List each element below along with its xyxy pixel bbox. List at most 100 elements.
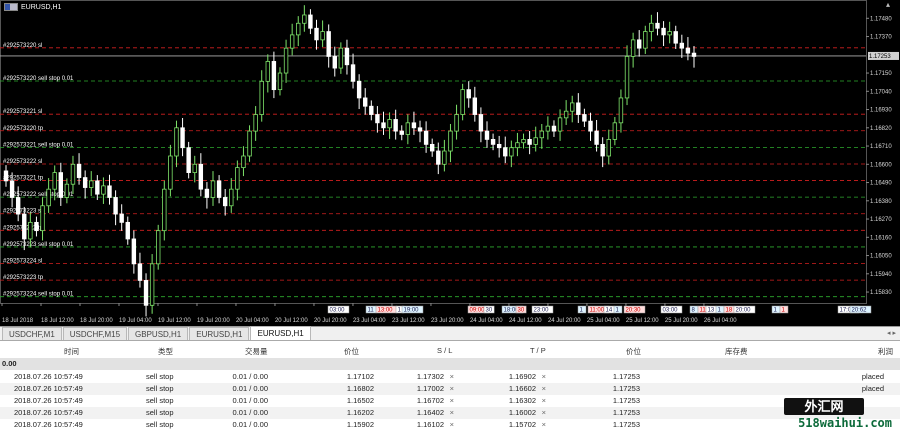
time-axis-label: 20 Jul 12:00 (275, 318, 308, 324)
candle-body (9, 180, 15, 198)
price-chart[interactable]: #292573220 sl #292573220 sell stop 0.01 #2… (0, 0, 900, 326)
remove-tp-icon[interactable]: × (542, 372, 546, 381)
time-axis-label: 24 Jul 20:00 (548, 318, 581, 324)
cell-time: 2018.07.26 10:57:49 (14, 396, 83, 405)
candle-body (533, 137, 538, 145)
table-row[interactable]: 2018.07.26 10:57:49 sell stop 0.01 / 0.00 1… (0, 383, 900, 395)
table-row[interactable]: 2018.07.26 10:57:49 sell stop 0.01 / 0.00 1… (0, 407, 900, 419)
candle-body (594, 130, 599, 145)
cell-cur-price: 1.17253 (612, 372, 640, 381)
candle-body (618, 97, 624, 124)
table-row[interactable]: 2018.07.26 10:57:49 sell stop 0.01 / 0.00 1… (0, 419, 900, 431)
candle-body (612, 122, 618, 140)
news-event-label: 09:00 (470, 308, 486, 314)
candle-body (369, 105, 374, 115)
chart-symbol-label: EURUSD,H1 (21, 3, 62, 11)
candle-body (302, 14, 307, 24)
cell-sl: 1.16102 (416, 420, 444, 429)
candle-body (34, 221, 39, 232)
col-sl[interactable]: S / L (437, 346, 452, 355)
table-row[interactable]: 2018.07.26 10:57:49 sell stop 0.01 / 0.00 1… (0, 395, 900, 407)
cell-time: 2018.07.26 10:57:49 (14, 384, 83, 393)
price-axis-label: 1.16600 (870, 162, 892, 168)
tab-scroll-arrows[interactable]: ◂ ▸ (887, 329, 896, 337)
tab-eurusd-h1[interactable]: EURUSD,H1 (189, 327, 250, 340)
col-swap[interactable]: 库存费 (725, 346, 748, 357)
cell-type: sell stop (146, 384, 174, 393)
time-axis-label: 25 Jul 12:00 (626, 318, 659, 324)
candle-body (46, 188, 51, 207)
candle-body (545, 125, 551, 132)
remove-tp-icon[interactable]: × (542, 420, 546, 429)
candle-body (643, 31, 648, 49)
candle-body (423, 130, 429, 145)
orders-table: 时间 类型 交易量 价位 S / L T / P 价位 库存费 利润 0.00 … (0, 341, 900, 432)
remove-sl-icon[interactable]: × (450, 384, 454, 393)
candle-body (691, 52, 697, 57)
cell-sl: 1.16402 (416, 408, 444, 417)
cell-sl: 1.17302 (416, 372, 444, 381)
remove-sl-icon[interactable]: × (450, 408, 454, 417)
candle-body (186, 147, 191, 173)
candle-body (326, 31, 331, 57)
table-row[interactable]: 2018.07.26 10:57:49 sell stop 0.01 / 0.00 1… (0, 371, 900, 383)
candle-body (52, 172, 57, 190)
candle-body (588, 120, 593, 132)
cell-cur-price: 1.17253 (612, 396, 640, 405)
candle-body (265, 61, 271, 82)
time-axis-label: 23 Jul 04:00 (353, 318, 386, 324)
cell-price: 1.16202 (346, 408, 374, 417)
candle-body (448, 130, 453, 152)
col-volume[interactable]: 交易量 (245, 346, 268, 357)
remove-tp-icon[interactable]: × (542, 384, 546, 393)
remove-tp-icon[interactable]: × (542, 408, 546, 417)
col-current-price[interactable]: 价位 (626, 346, 641, 357)
news-event-label: 11:00 (590, 308, 605, 314)
cell-type: sell stop (146, 372, 174, 381)
price-axis-label: 1.15830 (870, 290, 892, 296)
cell-volume: 0.01 / 0.00 (232, 396, 268, 405)
chart-window[interactable]: #292573220 sl #292573220 sell stop 0.01 #2… (0, 0, 900, 326)
candle-body (521, 139, 526, 144)
candle-body (527, 139, 532, 145)
candle-body (405, 122, 411, 135)
cell-status: placed (861, 384, 884, 393)
chart-scroll-icon[interactable]: ▴ (886, 0, 890, 9)
cell-time: 2018.07.26 10:57:49 (14, 408, 83, 417)
candle-body (168, 155, 173, 190)
candle-body (204, 188, 210, 198)
candle-body (308, 14, 313, 29)
news-event-label: 11 (368, 308, 375, 314)
candle-body (101, 185, 106, 195)
remove-tp-icon[interactable]: × (542, 396, 546, 405)
candle-body (107, 185, 112, 198)
col-profit[interactable]: 利润 (878, 346, 893, 357)
candle-body (119, 213, 124, 223)
tab-usdchf-m1[interactable]: USDCHF,M1 (2, 327, 62, 340)
candle-body (472, 97, 478, 115)
candle-body (673, 31, 678, 44)
remove-sl-icon[interactable]: × (450, 396, 454, 405)
cell-volume: 0.01 / 0.00 (232, 408, 268, 417)
time-axis-label: 25 Jul 04:00 (587, 318, 620, 324)
candle-body (40, 205, 45, 232)
remove-sl-icon[interactable]: × (450, 420, 454, 429)
candle-body (192, 163, 197, 173)
candle-body (314, 27, 319, 41)
tab-usdchf-m15[interactable]: USDCHF,M15 (62, 327, 128, 340)
candle-body (76, 163, 82, 178)
candle-body (417, 127, 423, 132)
order-line-label: #292573222 sl (3, 159, 42, 165)
col-time[interactable]: 时间 (64, 346, 79, 357)
remove-sl-icon[interactable]: × (450, 372, 454, 381)
col-price[interactable]: 价位 (344, 346, 359, 357)
col-type[interactable]: 类型 (158, 346, 173, 357)
cell-cur-price: 1.17253 (612, 384, 640, 393)
price-axis-label: 1.16710 (870, 144, 892, 150)
cell-time: 2018.07.26 10:57:49 (14, 420, 83, 429)
tab-gbpusd-h1[interactable]: GBPUSD,H1 (128, 327, 189, 340)
col-tp[interactable]: T / P (530, 346, 546, 355)
candle-body (429, 143, 435, 152)
tab-eurusd-h1-active[interactable]: EURUSD,H1 (250, 326, 311, 340)
candle-body (70, 163, 76, 185)
